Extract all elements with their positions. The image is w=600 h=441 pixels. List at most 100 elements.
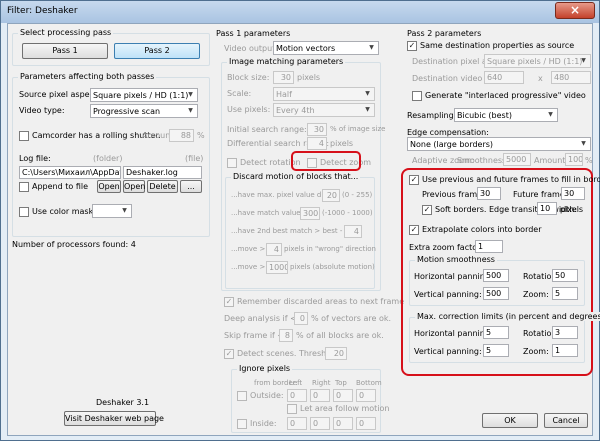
block-size-input[interactable]: 30 <box>273 71 294 84</box>
max-zoom-input[interactable]: 1 <box>552 344 578 357</box>
inside-checkbox[interactable] <box>237 419 247 429</box>
discard-best-label: ...have 2nd best match > best - <box>231 227 343 235</box>
discard-abs-text: pixels (absolute motion) <box>290 263 375 271</box>
log-file-input[interactable]: Deshaker.log <box>123 166 202 179</box>
outside-left-input[interactable]: 0 <box>287 389 307 402</box>
discard-abs-input[interactable]: 1000 <box>266 261 288 274</box>
use-pixels-select[interactable]: Every 4th ▼ <box>273 103 375 117</box>
use-prev-future-checkbox[interactable]: ✓ <box>409 175 419 185</box>
resampling-label: Resampling: <box>407 111 457 120</box>
chevron-down-icon: ▼ <box>581 140 586 147</box>
dest-height-input[interactable]: 480 <box>551 71 591 84</box>
source-pixel-label: Source pixel aspect: <box>19 90 100 99</box>
initial-search-input[interactable]: 30 <box>307 123 327 136</box>
remember-label: Remember discarded areas to next frame <box>237 297 405 306</box>
interlaced-label: Generate "interlaced progressive" video <box>425 91 586 100</box>
chevron-down-icon: ▼ <box>365 106 370 113</box>
chevron-down-icon: ▼ <box>188 91 193 98</box>
h-pan-input[interactable]: 500 <box>483 269 509 282</box>
outside-bottom-input[interactable]: 0 <box>356 389 376 402</box>
smoothness-input[interactable]: 5000 <box>503 153 531 166</box>
discard-best-input[interactable]: 4 <box>344 225 362 238</box>
v-pan-input[interactable]: 500 <box>483 287 509 300</box>
append-checkbox[interactable] <box>19 182 29 192</box>
edge-comp-label: Edge compensation: <box>407 128 489 137</box>
video-type-select[interactable]: Progressive scan ▼ <box>90 104 198 118</box>
detect-scenes-checkbox[interactable]: ✓ <box>224 349 234 359</box>
scale-label: Scale: <box>227 89 252 98</box>
visit-web-button[interactable]: Visit Deshaker web page <box>64 411 164 426</box>
scale-select[interactable]: Half ▼ <box>273 87 375 101</box>
chevron-down-icon: ▼ <box>369 44 374 51</box>
more-button[interactable]: ... <box>180 180 202 193</box>
interlaced-checkbox[interactable] <box>412 91 422 101</box>
amount-input[interactable]: 100 <box>565 153 583 166</box>
discard-wrong-label: ...move > <box>231 245 266 253</box>
discard-diff-input[interactable]: 20 <box>322 189 340 202</box>
soft-borders-checkbox[interactable]: ✓ <box>422 205 432 215</box>
outside-top-input[interactable]: 0 <box>333 389 353 402</box>
pass2-button[interactable]: Pass 2 <box>114 43 200 59</box>
log-folder-input[interactable]: C:\Users\Михаил\AppData\Lo <box>19 166 121 179</box>
max-v-pan-input[interactable]: 5 <box>483 344 509 357</box>
outside-checkbox[interactable] <box>237 391 247 401</box>
extrapolate-checkbox[interactable]: ✓ <box>409 225 419 235</box>
open-folder-button[interactable]: Open <box>97 180 121 193</box>
open-file-button[interactable]: Open <box>123 180 145 193</box>
select-pass-group: Select processing pass Pass 1 Pass 2 <box>12 28 210 66</box>
color-mask-checkbox[interactable] <box>19 207 29 217</box>
inside-left-input[interactable]: 0 <box>287 417 307 430</box>
video-output-label: Video output: <box>224 44 279 53</box>
title-bar: Filter: Deshaker × <box>1 1 599 23</box>
pct-image-label: % of image size <box>330 125 386 133</box>
remember-checkbox[interactable]: ✓ <box>224 297 234 307</box>
max-h-pan-input[interactable]: 5 <box>483 326 509 339</box>
soft-borders-input[interactable]: 10 <box>537 202 557 215</box>
cancel-button[interactable]: Cancel <box>544 413 588 428</box>
rotation-input[interactable]: 50 <box>552 269 578 282</box>
motion-smoothness-group: Motion smoothness Horizontal panning: 50… <box>409 255 585 306</box>
prev-frames-input[interactable]: 30 <box>477 187 501 200</box>
inside-top-input[interactable]: 0 <box>333 417 353 430</box>
color-mask-select[interactable]: ▼ <box>92 204 132 218</box>
group-label: Parameters affecting both passes <box>18 72 157 81</box>
amount-label: Amount: <box>534 156 569 165</box>
right-col-label: Right <box>312 379 331 387</box>
group-label: Max. correction limits (in percent and d… <box>415 312 600 321</box>
resampling-select[interactable]: Bicubic (best) ▼ <box>454 108 558 122</box>
delete-button[interactable]: Delete <box>147 180 178 193</box>
outside-right-input[interactable]: 0 <box>310 389 330 402</box>
discard-match-input[interactable]: 300 <box>300 207 320 220</box>
same-dest-checkbox[interactable]: ✓ <box>407 41 417 51</box>
detect-zoom-highlight <box>291 151 361 171</box>
deep-analysis-input[interactable]: 0 <box>294 312 308 325</box>
edge-comp-select[interactable]: None (large borders) ▼ <box>407 137 591 151</box>
threshold-input[interactable]: 20 <box>325 347 347 360</box>
append-label: Append to file <box>32 182 88 191</box>
discard-motion-group: Discard motion of blocks that... ...have… <box>225 172 376 289</box>
diff-search-input[interactable]: 4 <box>307 137 327 150</box>
dest-width-input[interactable]: 640 <box>484 71 524 84</box>
extra-zoom-input[interactable]: 1 <box>475 240 503 253</box>
future-frames-input[interactable]: 30 <box>561 187 585 200</box>
version-text: Deshaker 3.1 <box>96 398 150 407</box>
amount-input[interactable]: 88 <box>169 129 194 142</box>
inside-right-input[interactable]: 0 <box>310 417 330 430</box>
chevron-down-icon: ▼ <box>581 57 586 64</box>
inside-bottom-input[interactable]: 0 <box>356 417 376 430</box>
chevron-down-icon: ▼ <box>188 107 193 114</box>
max-h-pan-label: Horizontal panning: <box>414 329 493 338</box>
discard-wrong-input[interactable]: 4 <box>266 243 282 256</box>
source-pixel-select[interactable]: Square pixels / HD (1:1) ▼ <box>90 88 198 102</box>
let-area-checkbox[interactable] <box>287 404 297 414</box>
max-rotation-input[interactable]: 3 <box>552 326 578 339</box>
zoom-input[interactable]: 5 <box>552 287 578 300</box>
camcorder-checkbox[interactable] <box>19 131 29 141</box>
video-output-select[interactable]: Motion vectors ▼ <box>273 41 379 55</box>
skip-frame-input[interactable]: 8 <box>279 329 293 342</box>
detect-rotation-checkbox[interactable] <box>227 158 237 168</box>
close-icon[interactable]: × <box>555 2 595 19</box>
pass1-button[interactable]: Pass 1 <box>22 43 108 59</box>
dest-pixel-select[interactable]: Square pixels / HD (1:1) ▼ <box>484 54 591 68</box>
ok-button[interactable]: OK <box>482 413 538 428</box>
